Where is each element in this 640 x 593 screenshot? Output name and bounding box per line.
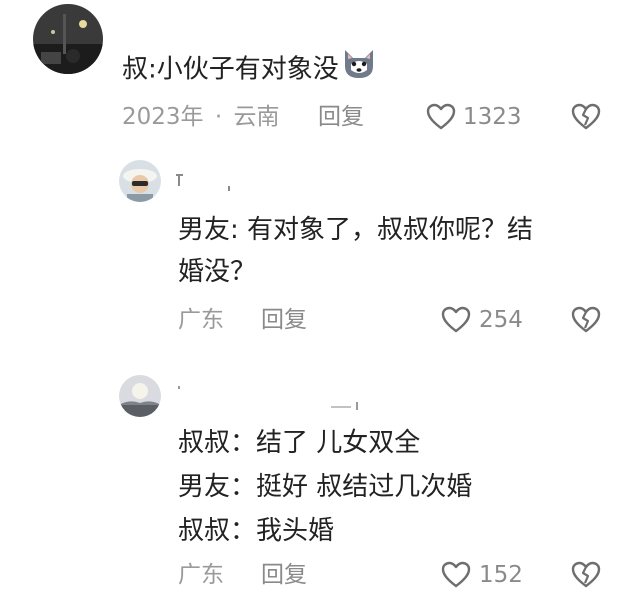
heart-icon[interactable] bbox=[426, 103, 456, 135]
broken-heart-icon[interactable] bbox=[570, 561, 602, 593]
meta-separator: · bbox=[214, 104, 223, 130]
comment-location: 广东 bbox=[178, 562, 224, 588]
heart-icon[interactable] bbox=[441, 561, 471, 593]
comment-location: 广东 bbox=[178, 307, 224, 333]
comment-text: 叔:小伙子有对象没 bbox=[122, 46, 377, 94]
avatar[interactable] bbox=[119, 375, 161, 417]
reply-button[interactable]: 回复 bbox=[261, 560, 307, 590]
comment-text-line: 叔叔：我头婚 bbox=[178, 516, 335, 546]
like-count: 254 bbox=[479, 307, 523, 333]
user-name-blurred bbox=[176, 384, 386, 410]
comment-location: 云南 bbox=[233, 104, 280, 130]
comment-meta: 2023年 · 云南 bbox=[122, 102, 279, 132]
comment-text-line: 叔叔：结了 儿女双全 bbox=[178, 428, 421, 458]
comment-text-line: 男友: 有对象了，叔叔你呢？结 bbox=[178, 215, 534, 245]
broken-heart-icon[interactable] bbox=[570, 103, 602, 135]
avatar[interactable] bbox=[119, 160, 161, 202]
like-count: 1323 bbox=[463, 104, 522, 130]
reply-button[interactable]: 回复 bbox=[318, 102, 364, 132]
husky-face-icon bbox=[341, 46, 377, 94]
comment-text-line: 婚没？ bbox=[178, 257, 257, 287]
comment-text-line: 男友：挺好 叔结过几次婚 bbox=[178, 472, 473, 502]
comment-date: 2023年 bbox=[122, 104, 204, 130]
broken-heart-icon[interactable] bbox=[570, 306, 602, 338]
avatar[interactable] bbox=[33, 4, 103, 74]
user-name-blurred bbox=[176, 172, 232, 191]
reply-button[interactable]: 回复 bbox=[261, 305, 307, 335]
comment-text-content: 叔:小伙子有对象没 bbox=[122, 54, 339, 85]
like-count: 152 bbox=[479, 562, 523, 588]
heart-icon[interactable] bbox=[441, 306, 471, 338]
